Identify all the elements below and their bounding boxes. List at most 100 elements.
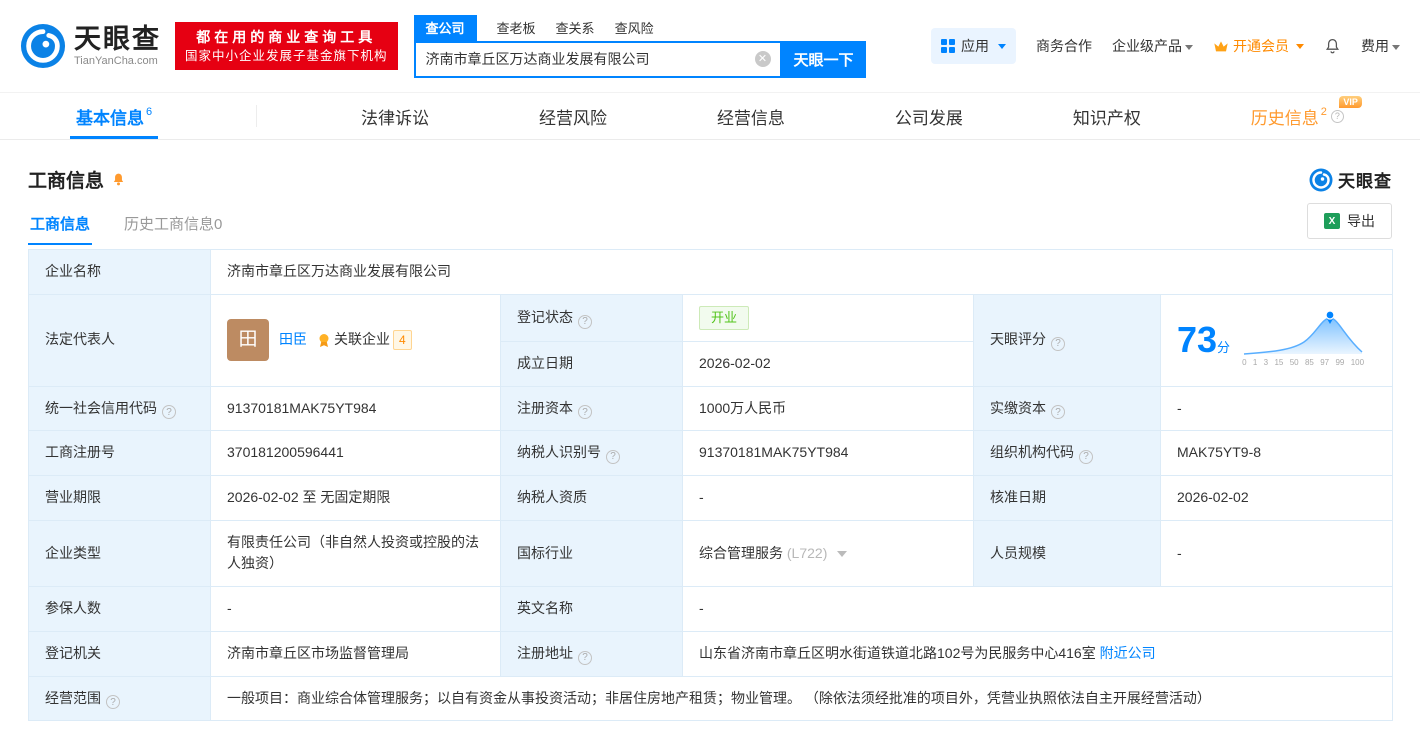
- chevron-down-icon: [837, 550, 848, 557]
- table-row: 经营范围? 一般项目：商业综合体管理服务；以自有资金从事投资活动；非居住房地产租…: [28, 675, 1394, 722]
- chevron-down-icon: [998, 43, 1006, 49]
- apps-label: 应用: [961, 38, 989, 54]
- business-term-label: 营业期限: [28, 475, 211, 521]
- search-tabs: 查公司 查老板 查关系 查风险: [413, 14, 866, 41]
- related-companies-count: 4: [393, 329, 412, 351]
- medal-icon: [319, 333, 329, 347]
- nav-open-vip[interactable]: 开通会员: [1213, 36, 1304, 56]
- search-tab-company[interactable]: 查公司: [413, 14, 477, 41]
- tianyancha-logo-icon: [20, 23, 66, 69]
- search-tab-risk[interactable]: 查风险: [615, 15, 654, 41]
- search-input-wrap: ✕: [413, 40, 782, 78]
- apps-menu[interactable]: 应用: [931, 28, 1016, 64]
- business-info-table: 企业名称 济南市章丘区万达商业发展有限公司 法定代表人 田 田臣 关联企业 4: [28, 249, 1394, 722]
- help-icon[interactable]: ?: [1079, 450, 1093, 465]
- nav-fee-label: 费用: [1361, 38, 1389, 54]
- credit-code-label: 统一社会信用代码?: [28, 385, 211, 432]
- search-tab-boss[interactable]: 查老板: [497, 15, 536, 41]
- subtab-history-business-info[interactable]: 历史工商信息0: [122, 205, 224, 245]
- help-icon[interactable]: ?: [606, 450, 620, 465]
- tab-badge: 2: [1320, 106, 1327, 118]
- help-icon[interactable]: ?: [1330, 109, 1344, 123]
- avatar[interactable]: 田: [227, 319, 269, 362]
- paid-capital-value: -: [1159, 385, 1394, 432]
- nav-enterprise[interactable]: 企业级产品: [1112, 36, 1193, 56]
- industry-label: 国标行业: [500, 519, 683, 588]
- establish-date-value: 2026-02-02: [682, 340, 974, 387]
- org-code-label: 组织机构代码?: [973, 430, 1161, 477]
- help-icon[interactable]: ?: [578, 405, 592, 420]
- tab-label: 法律诉讼: [361, 108, 430, 128]
- tab-operating-risk[interactable]: 经营风险: [533, 93, 613, 139]
- excel-icon: X: [1324, 213, 1340, 229]
- tab-legal-proceedings[interactable]: 法律诉讼: [355, 93, 435, 139]
- business-scope-value: 一般项目：商业综合体管理服务；以自有资金从事投资活动；非居住房地产租赁；物业管理…: [209, 675, 1394, 722]
- clear-search-icon[interactable]: ✕: [754, 51, 771, 67]
- tab-history-info[interactable]: VIP 历史信息 2 ?: [1245, 93, 1362, 139]
- nav-vip-label: 开通会员: [1233, 38, 1289, 54]
- status-badge: 开业: [699, 305, 750, 330]
- reg-address-value: 山东省济南市章丘区明水街道铁道北路102号为民服务中心416室: [699, 644, 1096, 661]
- help-icon[interactable]: ?: [106, 695, 120, 710]
- industry-code: (L722): [786, 544, 828, 561]
- chevron-down-icon: [1185, 44, 1193, 50]
- export-button[interactable]: X 导出: [1307, 203, 1392, 239]
- tab-label: 基本信息: [76, 108, 144, 128]
- tianyancha-logo[interactable]: 天眼查 TianYanCha.com: [20, 23, 161, 69]
- tab-label: 经营信息: [716, 108, 785, 128]
- tab-operating-info[interactable]: 经营信息: [711, 93, 791, 139]
- score-axis-ticks: 0 1 3 15 50 85 97 99 100: [1242, 358, 1365, 368]
- crown-icon: [1214, 41, 1228, 52]
- tab-basic-info[interactable]: 基本信息 6: [70, 93, 158, 139]
- nearby-companies-link[interactable]: 附近公司: [1100, 645, 1156, 661]
- help-icon[interactable]: ?: [578, 650, 592, 665]
- establish-date-label: 成立日期: [500, 340, 683, 387]
- tab-divider: [256, 105, 258, 127]
- staff-size-label: 人员规模: [973, 519, 1161, 588]
- search-button[interactable]: 天眼一下: [781, 40, 866, 78]
- help-icon[interactable]: ?: [1051, 405, 1065, 420]
- industry-cell[interactable]: 综合管理服务 (L722): [682, 519, 974, 588]
- tab-label: 经营风险: [538, 108, 607, 128]
- taxpayer-quality-label: 纳税人资质: [500, 475, 683, 521]
- section-title: 工商信息: [28, 171, 105, 192]
- help-icon[interactable]: ?: [578, 314, 592, 329]
- table-row: 登记机关 济南市章丘区市场监督管理局 注册地址? 山东省济南市章丘区明水街道铁道…: [28, 630, 1394, 677]
- tab-intellectual-property[interactable]: 知识产权: [1067, 93, 1147, 139]
- nav-cooperation[interactable]: 商务合作: [1036, 36, 1092, 56]
- tab-label: 公司发展: [894, 108, 963, 128]
- table-row: 工商注册号 370181200596441 纳税人识别号? 91370181MA…: [28, 430, 1394, 477]
- approved-date-label: 核准日期: [973, 475, 1161, 521]
- insured-count-label: 参保人数: [28, 586, 211, 632]
- reg-authority-value: 济南市章丘区市场监督管理局: [210, 630, 501, 677]
- tab-company-development[interactable]: 公司发展: [889, 93, 969, 139]
- taxpayer-id-label: 纳税人识别号?: [500, 430, 683, 477]
- search-input[interactable]: [415, 42, 780, 76]
- paid-capital-label: 实缴资本?: [973, 385, 1161, 432]
- company-type-value: 有限责任公司（非自然人投资或控股的法人独资）: [210, 519, 501, 588]
- vip-badge: VIP: [1339, 96, 1362, 108]
- search-tab-relation[interactable]: 查关系: [556, 15, 595, 41]
- org-code-value: MAK75YT9-8: [1159, 430, 1394, 477]
- related-companies-link[interactable]: 关联企业 4: [317, 329, 412, 351]
- chevron-down-icon: [1296, 43, 1304, 49]
- english-name-value: -: [681, 586, 1394, 632]
- reg-status-cell: 开业: [682, 293, 974, 342]
- watermark-brand-text: 天眼查: [1338, 172, 1392, 191]
- help-icon[interactable]: ?: [162, 405, 176, 420]
- page-tabs: 基本信息 6 法律诉讼 经营风险 经营信息 公司发展 知识产权 VIP 历史信息 2…: [0, 92, 1420, 140]
- reg-capital-value: 1000万人民币: [682, 385, 974, 432]
- help-icon[interactable]: ?: [1051, 336, 1065, 351]
- score-unit: 分: [1217, 339, 1231, 355]
- tab-label: 历史信息: [1250, 108, 1319, 128]
- alert-bell-icon[interactable]: [111, 171, 126, 188]
- notification-bell-icon[interactable]: [1324, 37, 1341, 55]
- legal-rep-name-link[interactable]: 田臣: [279, 329, 307, 351]
- nav-enterprise-label: 企业级产品: [1112, 38, 1182, 54]
- score-cell[interactable]: 73分 0 1 3 15 50 85 97 99 100: [1159, 293, 1394, 387]
- reg-status-label: 登记状态?: [500, 293, 683, 342]
- nav-fee[interactable]: 费用: [1361, 36, 1400, 56]
- subtab-business-info[interactable]: 工商信息: [28, 205, 92, 245]
- reg-address-cell: 山东省济南市章丘区明水街道铁道北路102号为民服务中心416室 附近公司: [681, 630, 1394, 677]
- score-value: 73: [1177, 318, 1218, 360]
